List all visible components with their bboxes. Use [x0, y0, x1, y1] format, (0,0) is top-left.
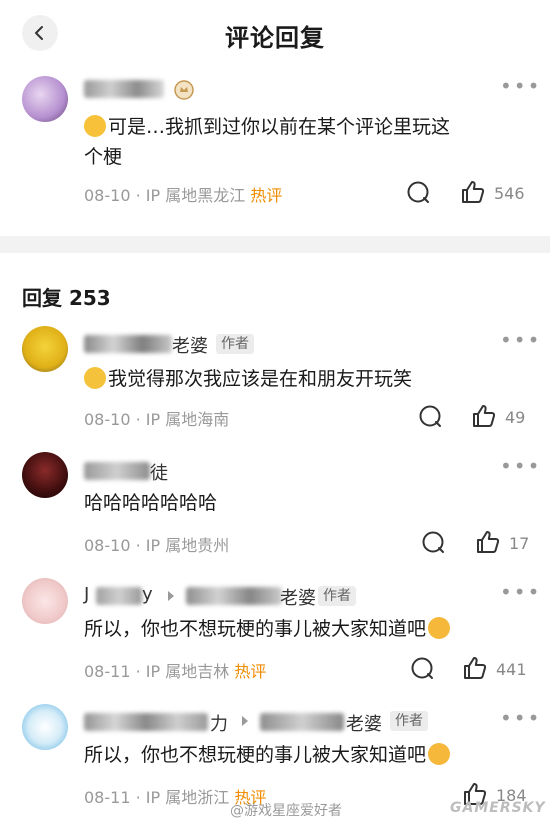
- main-comment: ••• 可是…我抓到过你以前在某个评论里玩这 个梗 08-10 · IP 属地黑…: [0, 66, 550, 236]
- reply-meta: 08-11 · IP 属地吉林 热评: [84, 662, 267, 681]
- reply-arrow-icon: [242, 716, 248, 726]
- thumb-up-icon[interactable]: [461, 654, 489, 682]
- hot-badge: 热评: [234, 662, 267, 681]
- weibo-watermark: @游戏星座爱好者: [230, 803, 342, 819]
- like-count: 441: [496, 660, 527, 679]
- reply-text: 所以，你也不想玩梗的事儿被大家知道吧: [84, 740, 452, 770]
- like-count: 49: [505, 408, 526, 427]
- username-mid: 力: [210, 714, 228, 735]
- reply-arrow-icon: [168, 591, 174, 601]
- username-prefix: J: [84, 584, 90, 605]
- more-dots-icon[interactable]: •••: [500, 74, 541, 98]
- username-suffix: 老婆: [346, 714, 382, 735]
- more-dots-icon[interactable]: •••: [500, 580, 541, 604]
- reply-meta: 08-10 · IP 属地海南: [84, 410, 230, 429]
- avatar[interactable]: [22, 452, 68, 498]
- username-blurred[interactable]: [84, 335, 172, 353]
- comment-text-line2: 个梗: [84, 146, 123, 168]
- username-suffix: 徒: [150, 463, 168, 484]
- reply-meta: 08-10 · IP 属地贵州: [84, 536, 230, 555]
- hot-badge: 热评: [250, 186, 283, 205]
- reply-text: 我觉得那次我应该是在和朋友开玩笑: [84, 364, 412, 394]
- username-mid: y: [142, 584, 153, 605]
- replies-heading: 回复 253: [22, 286, 111, 310]
- avatar[interactable]: [22, 704, 68, 750]
- like-count: 17: [509, 534, 530, 553]
- section-divider: [0, 236, 550, 253]
- comment-bubble-icon[interactable]: [418, 404, 444, 430]
- author-tag: 作者: [318, 586, 356, 606]
- username-blurred[interactable]: [84, 462, 150, 480]
- vip-badge-icon: [174, 80, 194, 100]
- username-blurred[interactable]: [96, 587, 142, 605]
- avatar[interactable]: [22, 578, 68, 624]
- comment-bubble-icon[interactable]: [406, 180, 432, 206]
- username-blurred[interactable]: [84, 80, 164, 98]
- crying-emoji-icon: [84, 367, 106, 389]
- more-dots-icon[interactable]: •••: [500, 328, 541, 352]
- smirk-emoji-icon: [428, 743, 451, 765]
- page-title: 评论回复: [225, 24, 325, 52]
- comment-meta: 08-10 · IP 属地黑龙江 热评: [84, 186, 283, 205]
- username-blurred[interactable]: [84, 713, 208, 731]
- avatar[interactable]: [22, 326, 68, 372]
- username-blurred[interactable]: [186, 587, 282, 605]
- author-tag: 作者: [216, 334, 254, 354]
- more-dots-icon[interactable]: •••: [500, 454, 541, 478]
- comment-bubble-icon[interactable]: [421, 530, 447, 556]
- author-tag: 作者: [390, 711, 428, 731]
- thinking-emoji-icon: [84, 115, 106, 137]
- brand-watermark: GAMERSKY: [450, 800, 546, 816]
- reply-text: 所以，你也不想玩梗的事儿被大家知道吧: [84, 614, 452, 644]
- comment-text-line1: 可是…我抓到过你以前在某个评论里玩这: [84, 112, 450, 142]
- thumb-up-icon[interactable]: [459, 178, 487, 206]
- username-suffix: 老婆: [280, 588, 316, 609]
- thumb-up-icon[interactable]: [474, 528, 502, 556]
- smirk-emoji-icon: [428, 617, 451, 639]
- like-count: 546: [494, 184, 525, 203]
- top-bar: 评论回复: [0, 0, 550, 66]
- reply-text: 哈哈哈哈哈哈哈: [84, 492, 218, 514]
- username-blurred[interactable]: [260, 713, 344, 731]
- comment-bubble-icon[interactable]: [410, 656, 436, 682]
- username-suffix: 老婆: [172, 336, 208, 357]
- thumb-up-icon[interactable]: [470, 402, 498, 430]
- more-dots-icon[interactable]: •••: [500, 706, 541, 730]
- avatar[interactable]: [22, 76, 68, 122]
